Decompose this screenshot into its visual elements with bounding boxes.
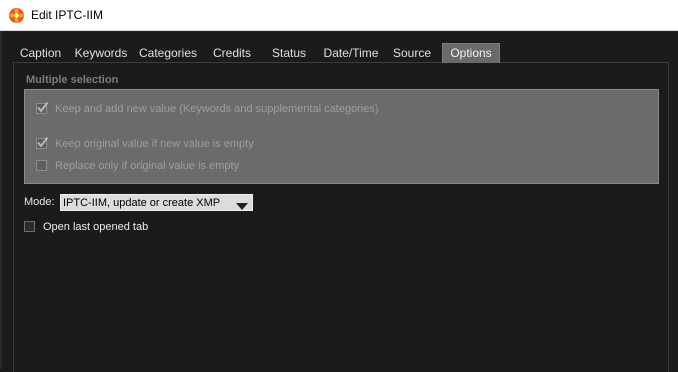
keep-and-add-checkbox[interactable] (36, 101, 49, 114)
multiple-selection-title: Multiple selection (26, 74, 119, 86)
window-left-edge (0, 31, 2, 369)
window-title: Edit IPTC-IIM (31, 8, 104, 22)
tab-status[interactable]: Status (264, 43, 314, 63)
chevron-down-icon[interactable] (236, 199, 248, 210)
open-last-tab-checkbox[interactable] (24, 221, 35, 232)
tab-source[interactable]: Source (390, 43, 434, 63)
open-last-tab-label: Open last opened tab (43, 221, 149, 233)
xnview-flower-icon (8, 7, 25, 24)
replace-only-label: Replace only if original value is empty (55, 160, 240, 172)
mode-label: Mode: (24, 196, 55, 208)
keep-original-checkbox[interactable] (36, 136, 49, 149)
title-bar: Edit IPTC-IIM (0, 0, 678, 31)
tab-caption[interactable]: Caption (13, 43, 68, 63)
keep-and-add-label: Keep and add new value (Keywords and sup… (55, 103, 379, 115)
tab-categories[interactable]: Categories (135, 43, 201, 63)
replace-only-checkbox[interactable] (36, 160, 47, 171)
mode-selected-value: IPTC-IIM, update or create XMP (63, 197, 221, 209)
tab-keywords[interactable]: Keywords (69, 43, 133, 63)
checkmark-icon (37, 101, 49, 113)
checkmark-icon (37, 136, 49, 148)
mode-dropdown[interactable]: IPTC-IIM, update or create XMP (60, 194, 253, 211)
tab-date-time[interactable]: Date/Time (320, 43, 382, 63)
tab-options[interactable]: Options (442, 43, 500, 63)
keep-original-label: Keep original value if new value is empt… (55, 138, 254, 150)
tab-credits[interactable]: Credits (205, 43, 259, 63)
